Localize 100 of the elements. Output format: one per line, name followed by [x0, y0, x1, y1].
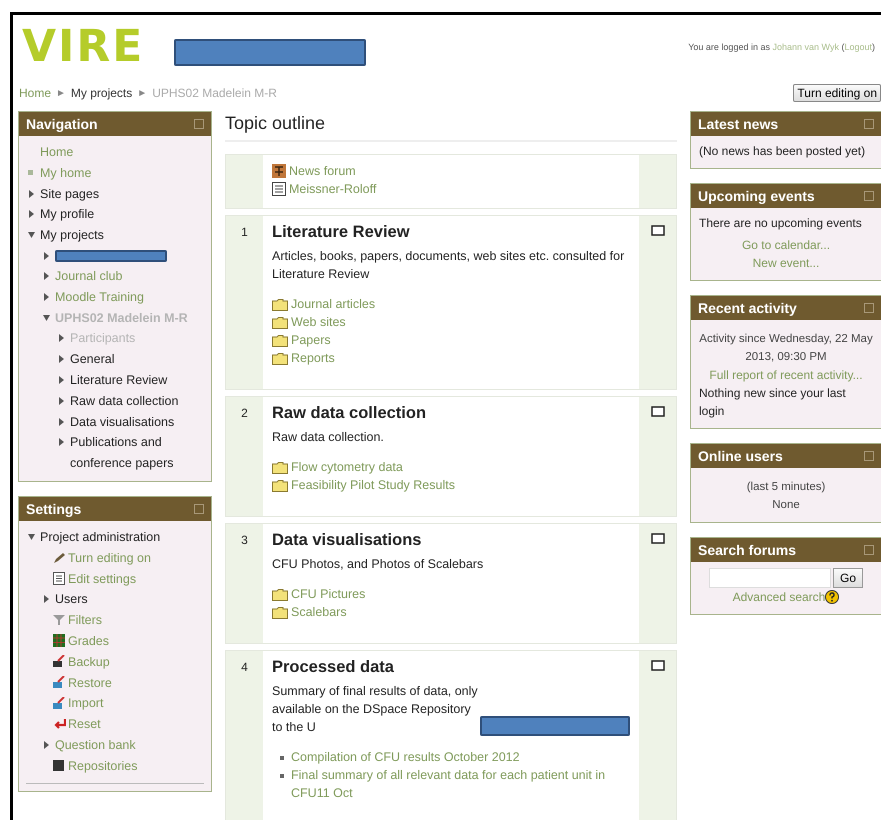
settings-item[interactable]: Turn editing on — [68, 548, 151, 569]
expand-arrow-icon[interactable] — [43, 272, 50, 280]
settings-item[interactable]: Reset — [68, 714, 101, 735]
navigation-item[interactable]: Raw data collection — [70, 390, 178, 412]
resource-link[interactable]: News forum — [289, 162, 356, 180]
expand-arrow-icon[interactable] — [58, 334, 65, 342]
resource-link[interactable]: Compilation of CFU results October 2012 — [291, 748, 520, 766]
block-link[interactable]: Go to calendar... — [742, 238, 830, 252]
resource-link[interactable]: Final summary of all relevant data for each patient unit in CFU11 Oct — [291, 766, 630, 802]
navigation-item[interactable]: My home — [40, 162, 92, 184]
expand-arrow-icon[interactable] — [43, 740, 50, 749]
navigation-item[interactable]: Site pages — [40, 184, 100, 204]
navigation-item[interactable]: Literature Review — [70, 370, 168, 391]
block-note: Activity since Wednesday, 22 May 2013, 09:30 PM — [699, 332, 873, 365]
site-logo: VIRE — [22, 24, 144, 68]
expand-arrow-icon[interactable] — [28, 231, 35, 240]
navigation-item[interactable]: Home — [40, 142, 74, 163]
go-button[interactable]: Go — [832, 568, 863, 588]
section-number: 2 — [241, 406, 248, 420]
expand-arrow-icon[interactable] — [28, 210, 35, 218]
section-title: Data visualisations — [272, 531, 422, 550]
resource-link[interactable]: Web sites — [291, 313, 346, 331]
block-link[interactable]: New event... — [752, 256, 820, 270]
block-text: There are no upcoming events — [699, 215, 863, 232]
settings-item[interactable]: Users — [55, 589, 88, 610]
document-icon — [53, 572, 65, 586]
settings-item[interactable]: Import — [68, 693, 104, 714]
forum-icon — [272, 164, 286, 178]
block-note: (last 5 minutes) — [746, 480, 826, 495]
settings-item[interactable]: Question bank — [55, 734, 136, 756]
highlight-square-icon[interactable] — [650, 406, 664, 417]
resource-link[interactable]: Reports — [291, 349, 335, 367]
section-summary: Articles, books, papers, documents, web sites etc. consulted for Literature Review — [272, 248, 626, 283]
bullet-icon — [28, 170, 33, 176]
expand-arrow-icon[interactable] — [43, 292, 50, 301]
resource-link[interactable]: CFU Pictures — [291, 585, 366, 603]
folder-icon — [272, 316, 288, 328]
block-title: Settings — [26, 500, 82, 517]
section-number: 3 — [241, 533, 248, 547]
resource-link[interactable]: Flow cytometry data — [291, 458, 403, 476]
block-link[interactable]: Full report of recent activity... — [709, 368, 863, 382]
expand-arrow-icon[interactable] — [28, 190, 35, 198]
breadcrumb-separator: ► — [56, 88, 66, 98]
paren-text: ( — [841, 42, 844, 52]
bullet-icon — [280, 774, 284, 778]
expand-arrow-icon[interactable] — [43, 595, 50, 604]
logout-link[interactable]: Logout — [844, 42, 872, 52]
breadcrumb-link[interactable]: Home — [19, 86, 52, 100]
highlight-square-icon[interactable] — [650, 225, 664, 236]
settings-item[interactable]: Grades — [68, 630, 109, 652]
navigation-item[interactable]: My profile — [40, 204, 94, 226]
folder-icon — [272, 478, 288, 492]
return-arrow-icon — [53, 718, 66, 730]
expand-arrow-icon[interactable] — [58, 376, 65, 384]
expand-arrow-icon[interactable] — [58, 396, 65, 405]
section-number: 1 — [241, 225, 248, 239]
block-text: (No news has been posted yet) — [699, 143, 866, 160]
grid-icon — [53, 634, 65, 648]
advanced-search-link[interactable]: Advanced search — [732, 588, 826, 606]
folder-icon — [272, 352, 288, 364]
navigation-item[interactable]: Moodle Training — [55, 286, 144, 308]
navigation-item[interactable]: My projects — [40, 225, 104, 246]
breadcrumb-link[interactable]: UPHS02 Madelein M-R — [152, 86, 277, 100]
settings-item[interactable]: Edit settings — [68, 568, 136, 590]
expand-arrow-icon[interactable] — [43, 252, 50, 260]
section-number: 4 — [241, 660, 248, 674]
expand-arrow-icon[interactable] — [58, 438, 65, 446]
resource-link[interactable]: Feasibility Pilot Study Results — [291, 476, 455, 494]
resource-link[interactable]: Meissner-Roloff — [289, 180, 376, 198]
settings-item[interactable]: Filters — [68, 610, 102, 631]
resource-link[interactable]: Papers — [291, 331, 331, 349]
settings-item[interactable]: Project administration — [40, 526, 160, 548]
breadcrumb-link[interactable]: My projects — [70, 86, 132, 100]
settings-item[interactable]: Backup — [68, 652, 110, 673]
highlight-square-icon[interactable] — [650, 660, 664, 671]
login-text: You are logged in as — [688, 42, 770, 52]
expand-arrow-icon[interactable] — [58, 355, 65, 364]
navigation-item[interactable]: Participants — [70, 328, 136, 350]
block-note: None — [771, 498, 801, 513]
restore-icon — [53, 676, 66, 690]
user-link[interactable]: Johann van Wyk — [772, 42, 839, 52]
search-field[interactable] — [708, 568, 831, 588]
settings-item[interactable]: Restore — [68, 672, 112, 694]
settings-item[interactable]: Repositories — [68, 756, 138, 777]
expand-arrow-icon[interactable] — [28, 532, 35, 541]
navigation-item[interactable]: UPHS02 Madelein M-R — [55, 308, 188, 328]
block-title: Upcoming events — [698, 188, 815, 204]
navigation-item[interactable]: Data visualisations — [70, 412, 174, 432]
navigation-item[interactable]: General — [70, 349, 114, 370]
navigation-item[interactable]: Journal club — [55, 266, 122, 287]
resource-link[interactable]: Journal articles — [291, 295, 376, 313]
expand-arrow-icon[interactable] — [58, 418, 65, 426]
expand-arrow-icon[interactable] — [43, 314, 50, 322]
help-icon[interactable] — [825, 590, 840, 604]
turn-editing-on-button[interactable]: Turn editing on — [793, 84, 881, 102]
navigation-item[interactable]: Publications and conference papers — [70, 432, 204, 474]
filter-icon — [53, 614, 65, 626]
resource-link[interactable]: Scalebars — [291, 603, 347, 621]
highlight-square-icon[interactable] — [650, 533, 664, 544]
section-title: Literature Review — [272, 223, 411, 242]
